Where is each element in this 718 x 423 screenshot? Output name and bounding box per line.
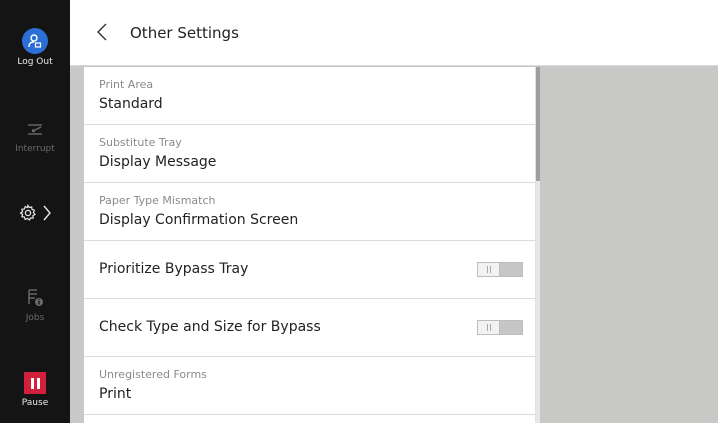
- toggle-knob: [478, 263, 500, 276]
- setting-unregistered-forms[interactable]: Unregistered Forms Print: [84, 357, 536, 415]
- jobs-icon: [0, 283, 70, 313]
- setting-label: Print Area: [99, 78, 154, 91]
- page-title: Other Settings: [130, 24, 239, 42]
- setting-label: Prioritize Bypass Tray: [99, 261, 249, 277]
- chevron-left-icon: [97, 23, 107, 41]
- logout-label: Log Out: [17, 57, 53, 67]
- setting-prioritize-bypass-tray[interactable]: Prioritize Bypass Tray: [84, 241, 536, 299]
- setting-value: Standard: [99, 96, 163, 112]
- setting-value: Display Message: [99, 154, 217, 170]
- settings-list: Print Area Standard Substitute Tray Disp…: [84, 67, 536, 423]
- setting-value: Display Confirmation Screen: [99, 212, 299, 228]
- screen: Log Out Interrupt Jobs Pause Other Setti…: [0, 0, 718, 423]
- pause-button[interactable]: Pause: [0, 372, 70, 409]
- jobs-button[interactable]: Jobs: [0, 283, 70, 324]
- logout-button[interactable]: Log Out: [0, 28, 70, 68]
- header-bar: Other Settings: [70, 0, 718, 66]
- interrupt-label: Interrupt: [15, 144, 55, 154]
- setting-value: Print: [99, 386, 132, 402]
- setting-print-area[interactable]: Print Area Standard: [84, 67, 536, 125]
- toggle-switch[interactable]: [477, 320, 523, 335]
- setting-check-type-size-bypass[interactable]: Check Type and Size for Bypass: [84, 299, 536, 357]
- device-settings-button[interactable]: [0, 198, 70, 228]
- setting-label: Unregistered Forms: [99, 368, 207, 381]
- setting-label: Paper Type Mismatch: [99, 194, 216, 207]
- left-sidebar: Log Out Interrupt Jobs Pause: [0, 0, 70, 423]
- toggle-knob: [478, 321, 500, 334]
- interrupt-icon: [0, 116, 70, 144]
- empty-detail-area: [540, 67, 718, 423]
- user-logout-icon: [22, 28, 48, 54]
- pause-label: Pause: [21, 398, 49, 408]
- chevron-right-icon: [43, 205, 51, 221]
- gear-icon: [19, 204, 36, 221]
- setting-label: Check Type and Size for Bypass: [99, 319, 321, 335]
- pause-icon: [24, 372, 46, 394]
- setting-label: Substitute Tray: [99, 136, 182, 149]
- back-button[interactable]: [96, 21, 114, 43]
- interrupt-button[interactable]: Interrupt: [0, 116, 70, 155]
- toggle-switch[interactable]: [477, 262, 523, 277]
- jobs-label: Jobs: [25, 313, 45, 323]
- setting-paper-type-mismatch[interactable]: Paper Type Mismatch Display Confirmation…: [84, 183, 536, 241]
- setting-substitute-tray[interactable]: Substitute Tray Display Message: [84, 125, 536, 183]
